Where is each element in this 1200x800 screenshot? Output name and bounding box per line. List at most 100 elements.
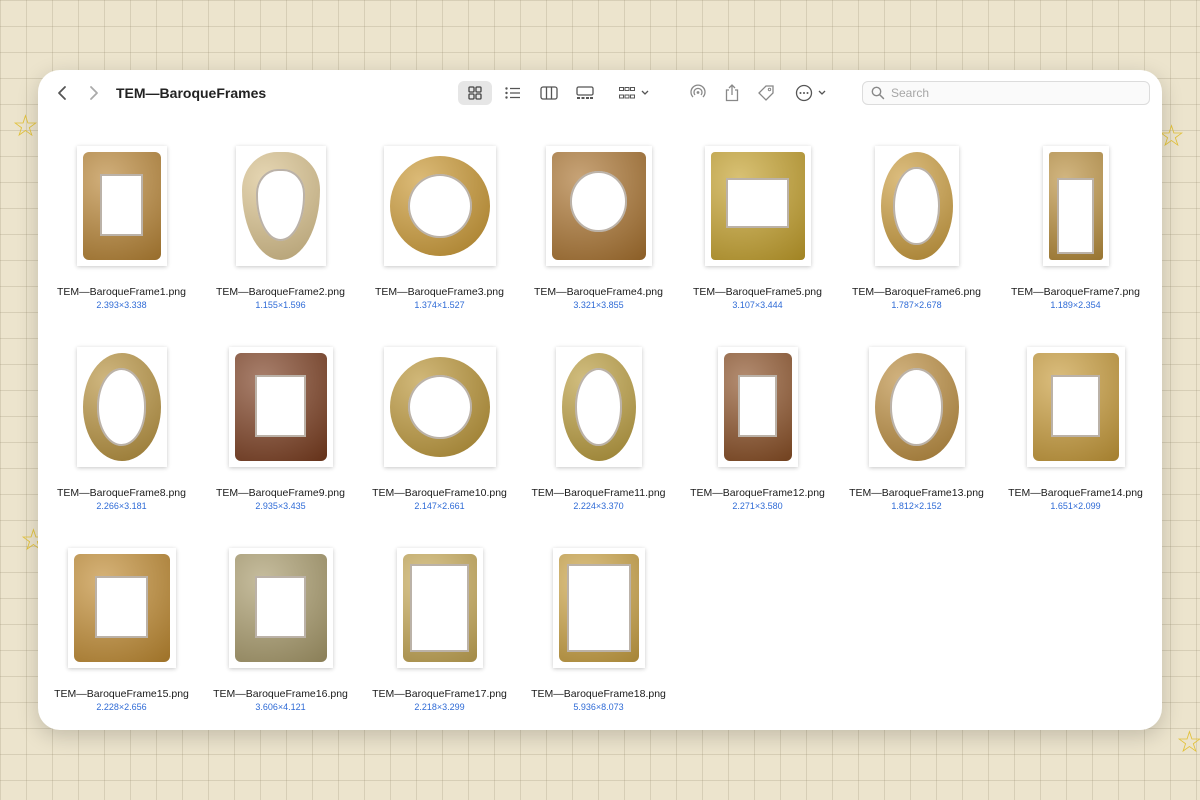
file-name: TEM—BaroqueFrame10.png xyxy=(372,487,507,499)
frame-preview xyxy=(402,554,477,662)
frame-preview xyxy=(723,353,792,461)
file-item[interactable]: TEM—BaroqueFrame2.png 1.155×1.596 xyxy=(201,144,360,345)
search-field[interactable] xyxy=(862,81,1150,105)
chevron-down-icon xyxy=(818,90,825,95)
file-item[interactable]: TEM—BaroqueFrame11.png 2.224×3.370 xyxy=(519,345,678,546)
more-actions-button[interactable] xyxy=(792,81,828,105)
file-thumbnail[interactable] xyxy=(396,548,483,668)
file-thumbnail[interactable] xyxy=(1042,146,1109,266)
columns-icon xyxy=(540,86,558,100)
file-dimensions: 2.228×2.656 xyxy=(96,702,147,712)
star-decoration-icon: ☆ xyxy=(1176,726,1200,759)
file-dimensions: 1.787×2.678 xyxy=(891,300,942,310)
file-name: TEM—BaroqueFrame1.png xyxy=(57,286,186,298)
file-item[interactable]: TEM—BaroqueFrame14.png 1.651×2.099 xyxy=(996,345,1155,546)
file-name: TEM—BaroqueFrame6.png xyxy=(852,286,981,298)
frame-preview xyxy=(1048,152,1103,260)
file-item[interactable]: TEM—BaroqueFrame7.png 1.189×2.354 xyxy=(996,144,1155,345)
file-thumbnail[interactable] xyxy=(552,548,645,668)
frame-preview xyxy=(82,353,161,461)
search-input[interactable] xyxy=(889,85,1143,101)
icon-view-button[interactable] xyxy=(458,81,492,105)
frame-preview xyxy=(561,353,636,461)
tag-button[interactable] xyxy=(754,81,778,105)
search-icon xyxy=(871,86,885,100)
file-thumbnail[interactable] xyxy=(545,146,652,266)
ellipsis-circle-icon xyxy=(795,84,812,102)
file-dimensions: 3.107×3.444 xyxy=(732,300,783,310)
file-item[interactable]: TEM—BaroqueFrame16.png 3.606×4.121 xyxy=(201,546,360,730)
file-thumbnail[interactable] xyxy=(76,146,167,266)
file-name: TEM—BaroqueFrame18.png xyxy=(531,688,666,700)
file-thumbnail[interactable] xyxy=(874,146,959,266)
chevron-right-icon xyxy=(90,86,98,100)
star-decoration-icon: ☆ xyxy=(12,110,39,143)
file-item[interactable]: TEM—BaroqueFrame15.png 2.228×2.656 xyxy=(42,546,201,730)
group-grid-icon xyxy=(619,87,635,99)
file-thumbnail[interactable] xyxy=(76,347,167,467)
file-dimensions: 3.606×4.121 xyxy=(255,702,306,712)
file-thumbnail[interactable] xyxy=(235,146,326,266)
file-thumbnail[interactable] xyxy=(67,548,176,668)
file-item[interactable]: TEM—BaroqueFrame5.png 3.107×3.444 xyxy=(678,144,837,345)
file-grid: TEM—BaroqueFrame1.png 2.393×3.338 TEM—Baro… xyxy=(42,144,1154,730)
share-icon xyxy=(725,84,739,102)
list-icon xyxy=(505,87,520,99)
file-item[interactable]: TEM—BaroqueFrame3.png 1.374×1.527 xyxy=(360,144,519,345)
file-thumbnail[interactable] xyxy=(383,146,496,266)
file-dimensions: 1.651×2.099 xyxy=(1050,501,1101,511)
file-item[interactable]: TEM—BaroqueFrame10.png 2.147×2.661 xyxy=(360,345,519,546)
file-dimensions: 2.393×3.338 xyxy=(96,300,147,310)
file-item[interactable]: TEM—BaroqueFrame17.png 2.218×3.299 xyxy=(360,546,519,730)
file-thumbnail[interactable] xyxy=(383,347,496,467)
back-button[interactable] xyxy=(52,81,72,105)
file-item[interactable]: TEM—BaroqueFrame18.png 5.936×8.073 xyxy=(519,546,678,730)
file-item[interactable]: TEM—BaroqueFrame1.png 2.393×3.338 xyxy=(42,144,201,345)
file-dimensions: 2.266×3.181 xyxy=(96,501,147,511)
airdrop-icon xyxy=(690,84,706,98)
file-name: TEM—BaroqueFrame15.png xyxy=(54,688,189,700)
file-name: TEM—BaroqueFrame2.png xyxy=(216,286,345,298)
share-button[interactable] xyxy=(720,81,744,105)
file-dimensions: 5.936×8.073 xyxy=(573,702,624,712)
frame-preview xyxy=(1032,353,1119,461)
file-thumbnail[interactable] xyxy=(1026,347,1125,467)
file-thumbnail[interactable] xyxy=(228,548,333,668)
file-name: TEM—BaroqueFrame9.png xyxy=(216,487,345,499)
file-name: TEM—BaroqueFrame7.png xyxy=(1011,286,1140,298)
file-item[interactable]: TEM—BaroqueFrame12.png 2.271×3.580 xyxy=(678,345,837,546)
icon-grid-icon xyxy=(468,86,482,100)
file-item[interactable]: TEM—BaroqueFrame9.png 2.935×3.435 xyxy=(201,345,360,546)
group-by-button[interactable] xyxy=(616,81,652,105)
column-view-button[interactable] xyxy=(532,81,566,105)
file-item[interactable]: TEM—BaroqueFrame6.png 1.787×2.678 xyxy=(837,144,996,345)
frame-preview xyxy=(234,353,327,461)
file-dimensions: 1.189×2.354 xyxy=(1050,300,1101,310)
file-name: TEM—BaroqueFrame16.png xyxy=(213,688,348,700)
file-item[interactable]: TEM—BaroqueFrame8.png 2.266×3.181 xyxy=(42,345,201,546)
file-name: TEM—BaroqueFrame17.png xyxy=(372,688,507,700)
file-thumbnail[interactable] xyxy=(868,347,965,467)
file-item[interactable]: TEM—BaroqueFrame13.png 1.812×2.152 xyxy=(837,345,996,546)
file-name: TEM—BaroqueFrame8.png xyxy=(57,487,186,499)
frame-preview xyxy=(880,152,953,260)
file-dimensions: 1.812×2.152 xyxy=(891,501,942,511)
frame-preview xyxy=(710,152,805,260)
file-thumbnail[interactable] xyxy=(717,347,798,467)
file-thumbnail[interactable] xyxy=(704,146,811,266)
list-view-button[interactable] xyxy=(496,81,530,105)
airdrop-button[interactable] xyxy=(686,81,710,105)
forward-button[interactable] xyxy=(84,81,104,105)
file-item[interactable]: TEM—BaroqueFrame4.png 3.321×3.855 xyxy=(519,144,678,345)
frame-preview xyxy=(558,554,639,662)
gallery-view-button[interactable] xyxy=(568,81,602,105)
finder-window: TEM—BaroqueFrames Search TEM—BaroqueFram… xyxy=(38,70,1162,730)
file-thumbnail[interactable] xyxy=(228,347,333,467)
file-dimensions: 1.155×1.596 xyxy=(255,300,306,310)
file-dimensions: 2.218×3.299 xyxy=(414,702,465,712)
file-thumbnail[interactable] xyxy=(555,347,642,467)
file-name: TEM—BaroqueFrame13.png xyxy=(849,487,984,499)
file-name: TEM—BaroqueFrame5.png xyxy=(693,286,822,298)
frame-preview xyxy=(82,152,161,260)
frame-preview xyxy=(389,357,490,457)
